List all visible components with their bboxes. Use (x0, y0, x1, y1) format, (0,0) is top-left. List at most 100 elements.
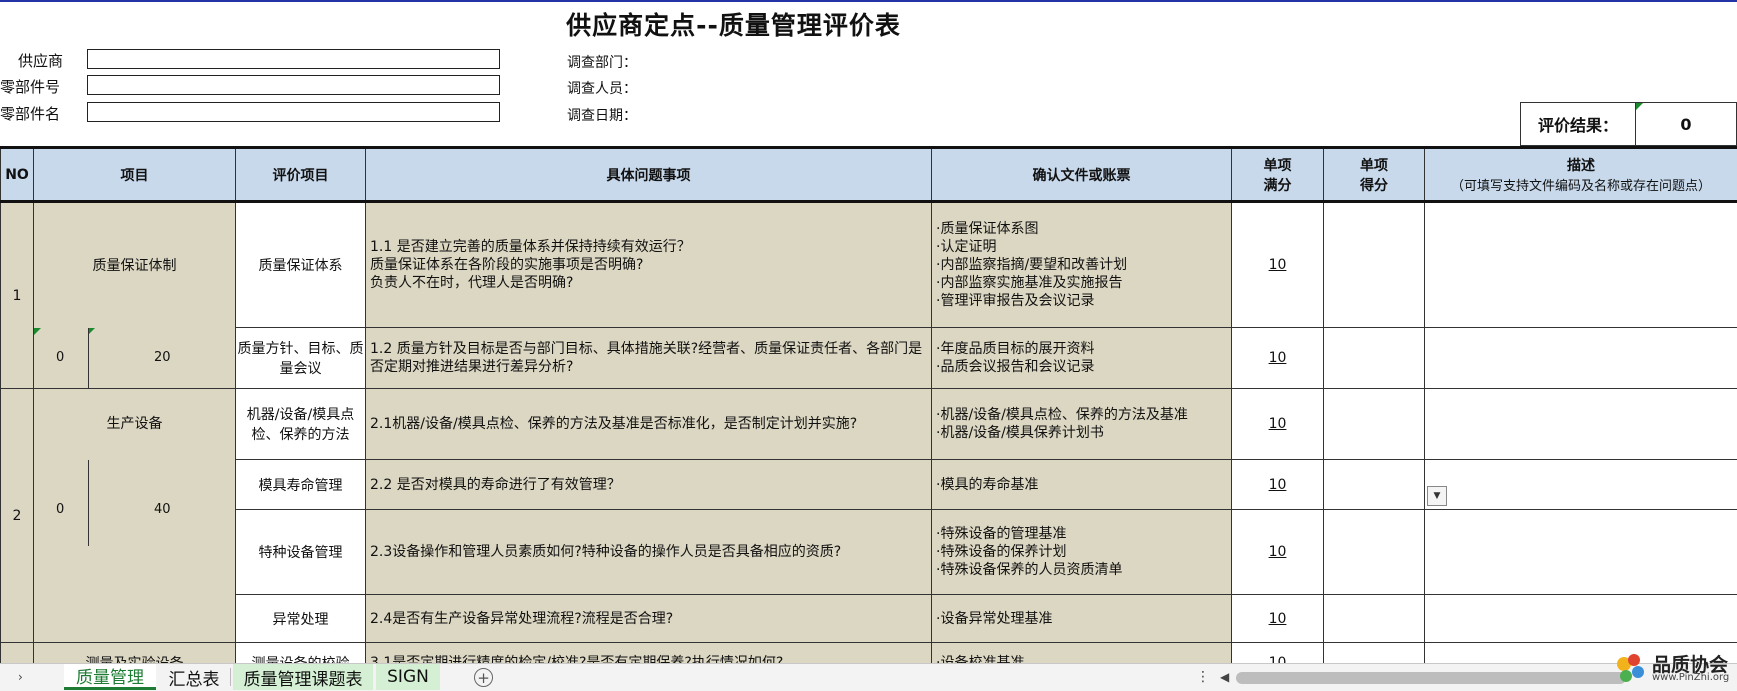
docs-cell[interactable]: ·设备异常处理基准 (931, 594, 1232, 643)
col-score-line1: 单项 (1360, 157, 1388, 174)
desc-cell[interactable] (1424, 327, 1737, 389)
survey-dept-label: 调查部门： (567, 55, 637, 71)
question-cell[interactable]: 2.1机器/设备/模具点检、保养的方法及基准是否标准化，是否制定计划并实施? (365, 388, 932, 460)
group-no: 2 (0, 388, 34, 643)
survey-date-label: 调查日期： (567, 108, 637, 124)
desc-cell[interactable] (1424, 594, 1737, 643)
subtotal-full: 20 (154, 349, 171, 365)
tab-quality-management[interactable]: 质量管理 (64, 664, 156, 690)
doc-line: ·质量保证体系图 (936, 221, 1039, 237)
doc-line: ·特殊设备的保养计划 (936, 544, 1067, 560)
supplier-label: 供应商 (18, 52, 64, 70)
desc-cell[interactable] (1424, 509, 1737, 595)
question-cell[interactable]: 2.3设备操作和管理人员素质如何?特种设备的操作人员是否具备相应的资质? (365, 509, 932, 595)
page-title: 供应商定点--质量管理评价表 (566, 11, 901, 40)
part-name-field[interactable] (87, 102, 500, 122)
question-cell[interactable]: 2.2 是否对模具的寿命进行了有效管理？ (365, 459, 932, 510)
doc-line: ·年度品质目标的展开资料 (936, 341, 1095, 357)
supplier-field[interactable] (87, 49, 500, 69)
col-desc: 描述 （可填写支持文件编码及名称或存在问题点） (1424, 146, 1737, 203)
survey-person-label: 调查人员： (567, 81, 637, 97)
question-cell[interactable]: 1.2 质量方针及目标是否与部门目标、具体措施关联?经营者、质量保证责任者、各部… (365, 327, 932, 389)
logo-url: www.PinZhi.org (1652, 672, 1730, 683)
eval-item: 特种设备管理 (235, 509, 366, 595)
eval-item: 机器/设备/模具点检、保养的方法 (235, 388, 366, 460)
full-score-cell[interactable]: 10 (1231, 509, 1324, 595)
part-number-field[interactable] (87, 75, 500, 95)
evaluation-result: 评价结果： 0 (1520, 102, 1737, 146)
subtotal-divider (88, 459, 89, 546)
col-score: 单项 得分 (1323, 146, 1425, 203)
doc-line: ·品质会议报告和会议记录 (936, 359, 1095, 375)
sheet-tab-bar: › 质量管理 汇总表 质量管理课题表 SIGN + ⋮ ◀ (0, 663, 1737, 691)
doc-line: ·认定证明 (936, 239, 997, 255)
doc-line: ·内部监察指摘/要望和改善计划 (936, 257, 1128, 273)
col-docs: 确认文件或账票 (931, 146, 1232, 203)
col-desc-hint: （可填写支持文件编码及名称或存在问题点） (1450, 179, 1711, 194)
desc-cell[interactable] (1424, 201, 1737, 328)
add-sheet-icon[interactable]: + (474, 668, 493, 687)
col-eval-item: 评价项目 (235, 146, 366, 203)
full-score-cell[interactable]: 10 (1231, 201, 1324, 328)
col-no: NO (0, 146, 34, 203)
full-score-cell[interactable]: 10 (1231, 327, 1324, 389)
col-score-line2: 得分 (1360, 177, 1388, 194)
evaluation-table: NO 项目 评价项目 具体问题事项 确认文件或账票 单项 满分 单项得分 描述 （可… (0, 146, 1737, 683)
more-options-icon[interactable]: ⋮ (1196, 669, 1210, 685)
validation-dropdown-button[interactable]: ▼ (1427, 486, 1447, 506)
tab-sign[interactable]: SIGN (376, 664, 440, 690)
scroll-tabs-icon[interactable]: › (18, 670, 23, 684)
question-line: 负责人不在时，代理人是否明确? (370, 275, 574, 291)
docs-cell[interactable]: ·模具的寿命基准 (931, 459, 1232, 510)
group-subtotal: 0 20 (33, 327, 236, 389)
docs-cell[interactable]: ·特殊设备的管理基准 ·特殊设备的保养计划 ·特殊设备保养的人员资质清单 (931, 509, 1232, 595)
full-score-cell[interactable]: 10 (1231, 388, 1324, 460)
group-subtotal: 0 40 (33, 459, 236, 643)
pinzhi-logo-icon (1617, 654, 1644, 682)
score-cell[interactable] (1323, 388, 1425, 460)
full-score-cell[interactable]: 10 (1231, 459, 1324, 510)
scroll-left-icon[interactable]: ◀ (1220, 670, 1229, 684)
question-line: 1.1 是否建立完善的质量体系并保持持续有效运行？ (370, 239, 691, 255)
docs-cell[interactable]: ·年度品质目标的展开资料 ·品质会议报告和会议记录 (931, 327, 1232, 389)
desc-cell[interactable] (1424, 459, 1737, 510)
tab-summary[interactable]: 汇总表 (160, 664, 228, 690)
docs-cell[interactable]: ·质量保证体系图 ·认定证明 ·内部监察指摘/要望和改善计划 ·内部监察实施基准… (931, 201, 1232, 328)
score-cell[interactable] (1323, 201, 1425, 328)
tab-quality-topics[interactable]: 质量管理课题表 (233, 664, 373, 690)
eval-item: 异常处理 (235, 594, 366, 643)
evaluation-result-number: 0 (1680, 114, 1692, 134)
score-cell[interactable] (1323, 594, 1425, 643)
col-project: 项目 (33, 146, 236, 203)
horizontal-scrollbar[interactable] (1236, 672, 1626, 684)
doc-line: ·机器/设备/模具点检、保养的方法及基准 (936, 407, 1188, 423)
comment-marker-icon (88, 327, 95, 335)
comment-marker-icon (1636, 103, 1643, 110)
comment-marker-icon (34, 327, 41, 335)
pinzhi-logo: 品质协会 www.PinZhi.org (1612, 650, 1737, 690)
doc-line: ·机器/设备/模具保养计划书 (936, 425, 1104, 441)
group-no: 1 (0, 201, 34, 389)
subtotal-score: 0 (56, 349, 65, 365)
col-full-score-line1: 单项 (1263, 157, 1292, 174)
doc-line: ·管理评审报告及会议记录 (936, 293, 1095, 309)
col-question: 具体问题事项 (365, 146, 932, 203)
score-cell[interactable] (1323, 509, 1425, 595)
question-cell[interactable]: 1.1 是否建立完善的质量体系并保持持续有效运行？ 质量保证体系在各阶段的实施事… (365, 201, 932, 328)
score-cell[interactable] (1323, 459, 1425, 510)
subtotal-full: 40 (154, 501, 171, 517)
part-number-label: 零部件号 (0, 78, 61, 96)
chevron-down-icon: ▼ (1433, 491, 1441, 501)
tab-separator (230, 668, 231, 686)
evaluation-result-value[interactable]: 0 (1636, 103, 1736, 145)
subtotal-score: 0 (56, 501, 65, 517)
col-full-score: 单项 满分 (1231, 146, 1324, 203)
score-cell[interactable] (1323, 327, 1425, 389)
subtotal-divider (88, 327, 89, 388)
desc-cell[interactable] (1424, 388, 1737, 460)
docs-cell[interactable]: ·机器/设备/模具点检、保养的方法及基准 ·机器/设备/模具保养计划书 (931, 388, 1232, 460)
question-line: 质量保证体系在各阶段的实施事项是否明确? (370, 257, 644, 273)
evaluation-result-label: 评价结果： (1521, 103, 1636, 145)
question-cell[interactable]: 2.4是否有生产设备异常处理流程?流程是否合理? (365, 594, 932, 643)
full-score-cell[interactable]: 10 (1231, 594, 1324, 643)
